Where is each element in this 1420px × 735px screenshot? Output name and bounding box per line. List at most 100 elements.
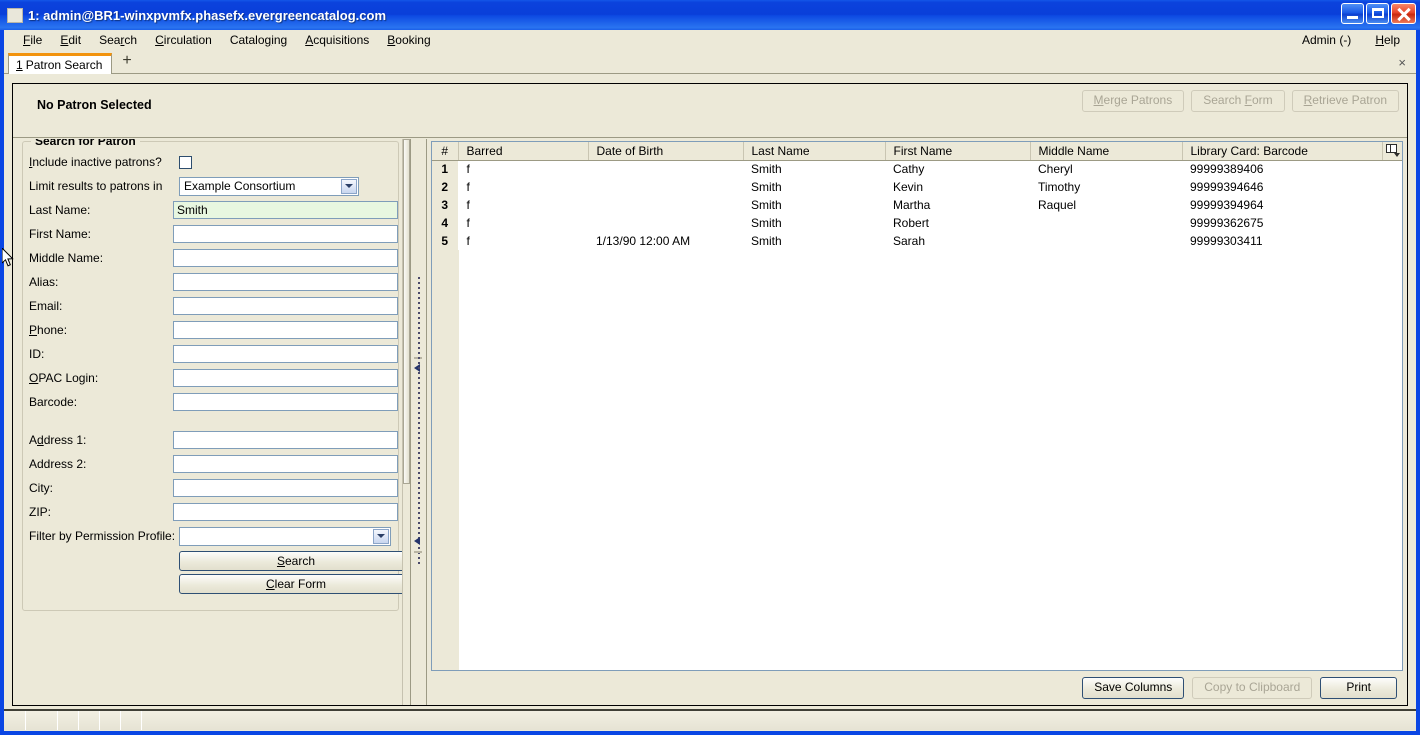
copy-to-clipboard-button[interactable]: Copy to Clipboard [1192,677,1313,699]
email-input[interactable] [173,297,398,315]
menu-booking[interactable]: Booking [378,32,439,48]
address-2-input[interactable] [173,455,398,473]
save-columns-button[interactable]: Save Columns [1082,677,1185,699]
limit-results-label: Limit results to patrons in [29,179,163,193]
status-cell-6 [121,711,142,730]
menu-file[interactable]: File [14,32,51,48]
cell-row-number: 2 [432,178,459,196]
phone-input[interactable] [173,321,398,339]
menu-search[interactable]: Search [90,32,146,48]
permission-profile-label: Filter by Permission Profile: [29,529,176,543]
print-button[interactable]: Print [1320,677,1397,699]
column-picker-button[interactable] [1382,142,1402,161]
opac-login-input[interactable] [173,369,398,387]
cell-barred: f [466,180,470,194]
chevron-down-icon[interactable] [341,178,357,194]
last-name-label: Last Name: [29,203,91,217]
id-input[interactable] [173,345,398,363]
column-header-last-name[interactable]: Last Name [743,142,886,161]
table-row[interactable]: 3 f Smith Martha Raquel 99999394964 [432,196,1402,214]
search-form-button[interactable]: Search Form [1191,90,1285,112]
cell-first-name: Robert [893,216,930,230]
column-header-number[interactable]: # [432,142,459,161]
city-input[interactable] [173,479,398,497]
column-header-barred[interactable]: Barred [458,142,589,161]
table-row[interactable]: 2 f Smith Kevin Timothy 99999394646 [432,178,1402,196]
window-frame: 1: admin@BR1-winxpvmfx.phasefx.evergreen… [0,0,1420,735]
phone-label: Phone: [29,323,68,337]
cell-pad [1382,178,1402,196]
column-header-library-card[interactable]: Library Card: Barcode [1182,142,1383,161]
table-row[interactable]: 4 f Smith Robert 99999362675 [432,214,1402,232]
retrieve-patron-button[interactable]: Retrieve Patron [1291,90,1399,112]
cell-dob [588,196,743,214]
table-header-row: # Barred Date of Birth Last Name First N… [432,142,1402,161]
cell-barcode: 99999394964 [1190,198,1264,212]
search-form-pane: Search for Patron Include inactive patro… [13,139,411,705]
cell-pad [1382,214,1402,232]
zip-input[interactable] [173,503,398,521]
status-bar [4,709,1416,730]
cell-barred: f [466,198,470,212]
middle-name-input[interactable] [173,249,398,267]
splitter-collapse-left-icon-2[interactable] [414,537,423,546]
menu-bar: File Edit Search Circulation Cataloging … [4,30,1416,50]
menu-admin[interactable]: Admin (-) [1290,32,1363,48]
menu-help[interactable]: Help [1363,32,1412,48]
minimize-button[interactable] [1341,3,1364,24]
close-button[interactable] [1391,3,1416,24]
first-name-input[interactable] [173,225,398,243]
menu-bar-right: Admin (-) Help [1290,32,1412,48]
patron-header-buttons: Merge Patrons Search Form Retrieve Patro… [1081,90,1399,112]
left-pane-scrollbar[interactable] [402,139,410,705]
limit-results-select[interactable]: Example Consortium [179,176,359,196]
search-button[interactable]: Search [179,551,410,571]
first-name-label: First Name: [29,227,92,241]
include-inactive-checkbox[interactable] [179,155,192,169]
window-controls [1341,3,1416,24]
limit-results-value: Example Consortium [184,179,296,193]
cell-row-number: 3 [432,196,459,214]
row-email: Email: [23,294,398,318]
cell-dob [588,178,743,196]
table-row[interactable]: 5 f 1/13/90 12:00 AM Smith Sarah 9999930… [432,232,1402,250]
results-table: # Barred Date of Birth Last Name First N… [432,142,1402,250]
cell-barred: f [466,216,470,230]
menu-acquisitions[interactable]: Acquisitions [296,32,378,48]
close-tab-button[interactable]: × [1398,56,1406,69]
chevron-down-icon-2[interactable] [373,528,389,544]
column-header-dob[interactable]: Date of Birth [588,142,744,161]
cell-middle-name: Timothy [1038,180,1081,194]
cell-row-number: 5 [432,232,459,250]
id-label: ID: [29,347,45,361]
new-tab-button[interactable]: + [112,53,139,71]
pane-splitter[interactable] [411,139,427,705]
cell-dob [588,214,743,232]
splitter-grip[interactable] [418,277,420,567]
include-inactive-label: Include inactive patrons? [29,155,162,169]
column-header-middle-name[interactable]: Middle Name [1030,142,1183,161]
permission-profile-select[interactable] [179,526,391,546]
menu-circulation[interactable]: Circulation [146,32,221,48]
menu-edit[interactable]: Edit [51,32,90,48]
row-alias: Alias: [23,270,398,294]
maximize-icon [1372,8,1384,18]
status-cell-main [142,711,1416,730]
cell-middle-name [1030,232,1182,250]
cell-row-number: 4 [432,214,459,232]
results-footer: Save Columns Copy to Clipboard Print [429,671,1405,705]
table-row[interactable]: 1 f Smith Cathy Cheryl 99999389406 [432,160,1402,178]
last-name-input[interactable] [173,201,398,219]
tab-patron-search[interactable]: 1 Patron Search [8,53,113,74]
address-1-input[interactable] [173,431,398,449]
cell-barcode: 99999389406 [1190,162,1264,177]
merge-patrons-button[interactable]: Merge Patrons [1081,90,1185,112]
left-pane-scroll-thumb[interactable] [403,139,410,484]
alias-input[interactable] [173,273,398,291]
clear-form-button[interactable]: Clear Form [179,574,410,594]
menu-cataloging[interactable]: Cataloging [221,32,296,48]
barcode-input[interactable] [173,393,398,411]
column-header-first-name[interactable]: First Name [885,142,1031,161]
patron-summary-header: No Patron Selected Merge Patrons Search … [13,84,1407,138]
maximize-button[interactable] [1366,3,1389,24]
